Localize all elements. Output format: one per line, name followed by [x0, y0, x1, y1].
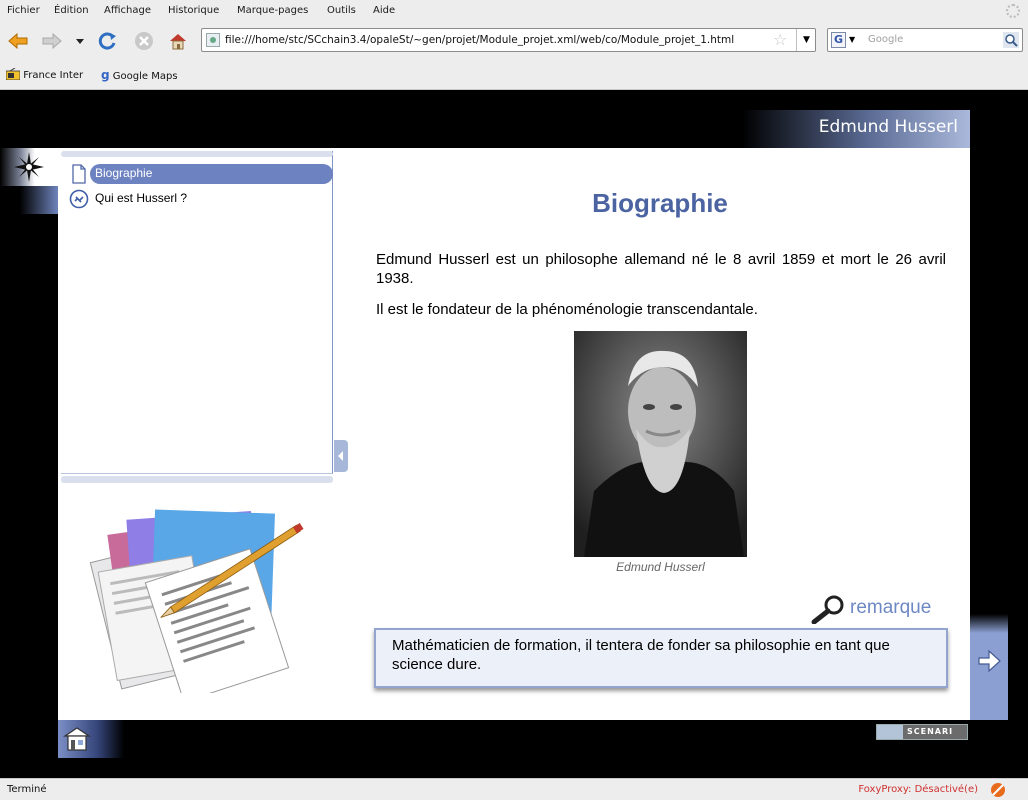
menu-marque-pages[interactable]: Marque-pages [237, 5, 308, 16]
page-icon [72, 164, 86, 184]
forward-arrow-icon [42, 33, 62, 49]
search-bar[interactable]: G ▼ Google [827, 28, 1023, 52]
content-area: Biographie Qui est Husserl ? Biographie … [58, 148, 970, 720]
collapse-outline-button[interactable] [334, 440, 348, 472]
outline-bottom-bar [61, 476, 333, 483]
globe-icon [877, 725, 903, 739]
outline-top-bar [61, 151, 333, 157]
search-icon[interactable] [1003, 32, 1019, 48]
logo-accent [20, 186, 58, 214]
chevron-down-icon[interactable]: ▼ [849, 35, 855, 44]
compass-star-logo [0, 148, 58, 186]
outline-item-label: Biographie [95, 166, 153, 180]
foxyproxy-status[interactable]: FoxyProxy: Désactivé(e) [858, 784, 978, 795]
navigation-toolbar: file:///home/stc/SCchain3.4/opaleSt/~gen… [0, 22, 1028, 60]
home-icon [63, 727, 91, 751]
menu-edition[interactable]: Édition [54, 5, 89, 16]
search-input[interactable]: Google [868, 34, 903, 45]
page-title: Biographie [592, 188, 728, 218]
status-text: Terminé [7, 784, 47, 795]
chevron-down-icon [76, 39, 84, 44]
paragraph: Il est le fondateur de la phénoménologie… [376, 301, 758, 318]
menu-affichage[interactable]: Affichage [104, 5, 151, 16]
reload-icon [98, 32, 116, 50]
stop-button[interactable] [133, 30, 155, 52]
compass-star-icon [14, 152, 44, 182]
back-button[interactable] [7, 30, 29, 52]
outline-item-qui-est-husserl[interactable]: Qui est Husserl ? [65, 187, 187, 209]
link-icon [69, 189, 89, 209]
bookmarks-toolbar: France Inter g Google Maps [0, 60, 1028, 90]
throbber-icon [1006, 4, 1020, 18]
scenari-logo: SCENARI [876, 724, 968, 740]
search-engine-icon[interactable]: G [831, 32, 846, 48]
stop-icon [135, 32, 153, 50]
url-text[interactable]: file:///home/stc/SCchain3.4/opaleSt/~gen… [225, 34, 734, 46]
menu-historique[interactable]: Historique [168, 5, 219, 16]
outline-item-label: Qui est Husserl ? [95, 191, 188, 205]
menu-fichier[interactable]: Fichier [7, 5, 40, 16]
url-history-dropdown[interactable]: ▼ [796, 29, 816, 51]
home-button[interactable] [167, 30, 189, 52]
home-page-button[interactable] [58, 720, 124, 758]
status-bar: Terminé FoxyProxy: Désactivé(e) [0, 778, 1028, 800]
chevron-down-icon: ▼ [803, 35, 810, 45]
radio-icon [5, 67, 21, 81]
next-page-button[interactable] [970, 614, 1008, 720]
home-icon [170, 34, 186, 50]
site-identity-icon[interactable] [206, 33, 220, 47]
husserl-portrait-photo [574, 331, 747, 557]
outline-item-biographie[interactable]: Biographie [65, 162, 333, 184]
forward-button[interactable] [41, 30, 63, 52]
remark-label: remarque [850, 597, 932, 618]
photo-caption: Edmund Husserl [616, 560, 705, 574]
menu-outils[interactable]: Outils [327, 5, 356, 16]
scenari-label: SCENARI [907, 727, 954, 736]
paragraph: Edmund Husserl est un philosophe alleman… [376, 251, 946, 287]
remark-box: Mathématicien de formation, il tentera d… [374, 628, 948, 688]
remark-header: remarque [810, 594, 950, 625]
outline-panel: Biographie Qui est Husserl ? [61, 151, 333, 474]
foxyproxy-icon[interactable] [990, 782, 1006, 798]
magnifier-icon [811, 595, 844, 625]
back-arrow-icon [8, 33, 28, 49]
url-bar[interactable]: file:///home/stc/SCchain3.4/opaleSt/~gen… [201, 28, 816, 52]
history-dropdown-button[interactable] [69, 30, 91, 52]
papers-illustration [89, 509, 304, 693]
google-icon: g [101, 68, 110, 82]
module-title: Edmund Husserl [742, 110, 970, 148]
reload-button[interactable] [97, 30, 119, 52]
bookmark-star-icon[interactable]: ☆ [773, 30, 787, 49]
arrow-right-icon [978, 649, 1001, 673]
bookmark-france-inter[interactable]: France Inter [5, 67, 83, 81]
menu-bar: Fichier Édition Affichage Historique Mar… [0, 0, 1028, 22]
portrait-image [574, 331, 747, 557]
page-viewport: Edmund Husserl Biographie Qui est Husser… [0, 90, 1028, 778]
menu-aide[interactable]: Aide [373, 5, 395, 16]
bookmark-google-maps[interactable]: g Google Maps [101, 68, 178, 82]
